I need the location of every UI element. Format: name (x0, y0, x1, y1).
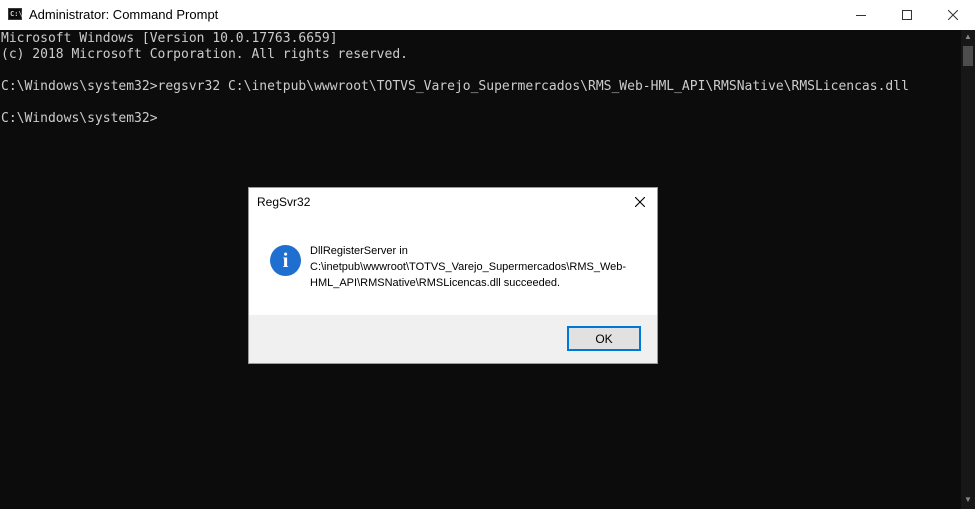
vertical-scrollbar[interactable]: ▲ ▼ (961, 30, 975, 509)
cmd-icon: C:\ (8, 8, 23, 20)
maximize-button[interactable] (884, 0, 930, 30)
cmd-icon-glyph: C:\ (10, 10, 23, 18)
maximize-icon (902, 10, 912, 20)
console-line: C:\Windows\system32>regsvr32 C:\inetpub\… (1, 79, 909, 94)
console-line: Microsoft Windows [Version 10.0.17763.66… (1, 31, 338, 46)
close-button[interactable] (930, 0, 975, 30)
dialog-message: DllRegisterServer in C:\inetpub\wwwroot\… (310, 243, 640, 291)
dialog-message-line: DllRegisterServer in (310, 245, 408, 257)
dialog-footer: OK (249, 315, 657, 363)
console-prompt: C:\Windows\system32> (1, 111, 158, 126)
scrollbar-thumb[interactable] (963, 46, 973, 66)
info-icon-glyph: i (282, 248, 289, 272)
regsvr32-dialog: RegSvr32 i DllRegisterServer in C:\inetp… (248, 187, 658, 364)
ok-button[interactable]: OK (567, 326, 641, 351)
close-icon (635, 197, 645, 207)
minimize-icon (856, 15, 866, 16)
close-icon (948, 10, 958, 20)
scroll-up-icon[interactable]: ▲ (961, 32, 975, 44)
dialog-close-button[interactable] (623, 188, 657, 216)
title-bar[interactable]: C:\ Administrator: Command Prompt (0, 0, 975, 30)
minimize-button[interactable] (838, 0, 884, 30)
console-line: (c) 2018 Microsoft Corporation. All righ… (1, 47, 408, 62)
dialog-message-line: C:\inetpub\wwwroot\TOTVS_Varejo_Supermer… (310, 261, 627, 273)
window-title: Administrator: Command Prompt (29, 7, 219, 22)
dialog-title: RegSvr32 (257, 195, 311, 209)
scroll-down-icon[interactable]: ▼ (961, 495, 975, 507)
info-icon: i (270, 245, 301, 276)
dialog-message-line: HML_API\RMSNative\RMSLicencas.dll succee… (310, 277, 561, 289)
